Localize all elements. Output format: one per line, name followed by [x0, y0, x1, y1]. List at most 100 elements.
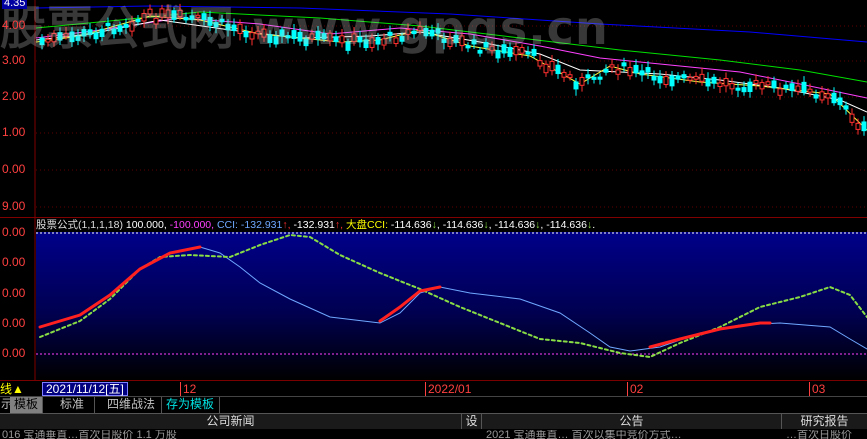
candle-body	[729, 83, 735, 90]
settings-button[interactable]: 设	[462, 414, 482, 429]
company-news-header[interactable]: 公司新闻	[0, 414, 462, 429]
candle-body	[843, 105, 849, 110]
candle-body	[603, 68, 609, 73]
candle-body	[357, 36, 363, 43]
candle-body	[513, 45, 519, 56]
candle-body	[441, 38, 447, 43]
candle-body	[681, 74, 687, 79]
date-axis-bar: 线▲ 2021/11/12[五] 12 2022/01 02 03	[0, 380, 867, 396]
legend-value-lower: -100.000,	[169, 219, 215, 231]
candle-body	[645, 67, 651, 73]
candle-body	[423, 28, 429, 37]
candle-body	[483, 41, 489, 48]
candle-body	[585, 74, 591, 79]
candle-body	[531, 48, 537, 56]
current-date-box: 2021/11/12[五]	[42, 382, 128, 396]
candle-body	[789, 83, 795, 92]
candle-body	[201, 13, 207, 20]
price-top-label: 4.35	[2, 0, 28, 9]
tab-template[interactable]: 模板	[10, 397, 44, 413]
price-label: 2.00	[2, 89, 26, 103]
candle-body	[597, 76, 603, 80]
candle-body	[633, 64, 639, 74]
candle-body	[699, 73, 705, 82]
candle-body	[687, 76, 693, 81]
indicator-label: 0.00	[2, 255, 26, 269]
candle-body	[345, 41, 351, 51]
date-tick: 02	[627, 382, 643, 396]
candle-body	[591, 76, 597, 80]
candle-body	[747, 81, 753, 93]
period-tag[interactable]: 线▲	[0, 382, 24, 396]
candle-body	[543, 63, 549, 74]
announcement-header[interactable]: 公告	[482, 414, 782, 429]
candle-body	[51, 33, 57, 43]
research-row[interactable]: …首次日股价	[786, 430, 866, 439]
candle-body	[321, 33, 327, 40]
price-chart[interactable]	[0, 0, 867, 217]
legend-dapan-value: -114.636	[546, 219, 587, 231]
notice-row[interactable]: 2021 宝通垂直… 首次以集中竞价方式…	[486, 430, 776, 439]
indicator-label: 0.00	[2, 286, 26, 300]
tab-standard[interactable]: 标准	[50, 397, 96, 413]
tab-four-dimension[interactable]: 四维战法	[101, 397, 163, 413]
candle-body	[99, 28, 105, 37]
indicator-legend: 股票公式(1,1,1,18) 100.000, -100.000, CCI: -…	[36, 219, 596, 231]
candle-body	[783, 84, 789, 89]
candle-body	[837, 97, 843, 106]
candle-body	[639, 70, 645, 76]
legend-dapan-label: 大盘CCI:	[345, 219, 388, 231]
price-label: 1.00	[2, 125, 26, 139]
indicator-label: 0.00	[2, 316, 26, 330]
candle-body	[351, 33, 357, 43]
candle-body	[315, 30, 321, 40]
candle-body	[555, 64, 561, 75]
cci-indicator-chart[interactable]	[0, 217, 867, 380]
candle-body	[525, 51, 531, 55]
candle-body	[237, 23, 243, 34]
candle-body	[759, 82, 765, 90]
candle-body	[813, 94, 819, 99]
candle-body	[393, 37, 399, 45]
formula-name: 股票公式(1,1,1,18)	[36, 219, 123, 231]
candle-body	[87, 29, 93, 36]
candle-body	[135, 18, 141, 23]
candle-body	[387, 31, 393, 36]
candle-body	[627, 67, 633, 77]
indicator-label: 0.00	[2, 346, 26, 360]
research-report-header[interactable]: 研究报告	[782, 414, 867, 429]
candle-body	[93, 32, 99, 40]
candle-body	[159, 8, 165, 18]
candle-body	[705, 78, 711, 87]
candle-body	[447, 37, 453, 47]
candle-body	[657, 75, 663, 84]
candle-body	[57, 32, 63, 41]
candle-body	[675, 75, 681, 80]
candle-body	[81, 29, 87, 37]
candle-body	[369, 37, 375, 48]
candle-body	[735, 87, 741, 91]
candle-body	[573, 81, 579, 90]
candle-body	[519, 47, 525, 54]
candle-body	[777, 88, 783, 96]
candle-body	[537, 60, 543, 67]
candle-body	[249, 32, 255, 40]
candle-body	[243, 30, 249, 38]
candle-body	[795, 85, 801, 92]
tab-save-template[interactable]: 存为模板	[161, 397, 221, 413]
candle-body	[435, 28, 441, 34]
candle-body	[165, 9, 171, 19]
template-tab-bar: 示 模板 标准 四维战法 存为模板	[0, 396, 867, 413]
candle-body	[417, 26, 423, 32]
candle-body	[507, 46, 513, 57]
candle-body	[69, 31, 75, 43]
candle-body	[663, 76, 669, 86]
legend-cci-value2: -132.931	[293, 219, 335, 231]
price-label: 4.00	[2, 18, 26, 32]
date-tick: 03	[809, 382, 825, 396]
candle-body	[297, 31, 303, 42]
news-row[interactable]: 016 宝通垂直…首次日股价 1.1 万股	[2, 430, 460, 439]
candle-body	[123, 23, 129, 28]
candle-body	[711, 76, 717, 84]
legend-value-upper: 100.000,	[125, 219, 167, 231]
